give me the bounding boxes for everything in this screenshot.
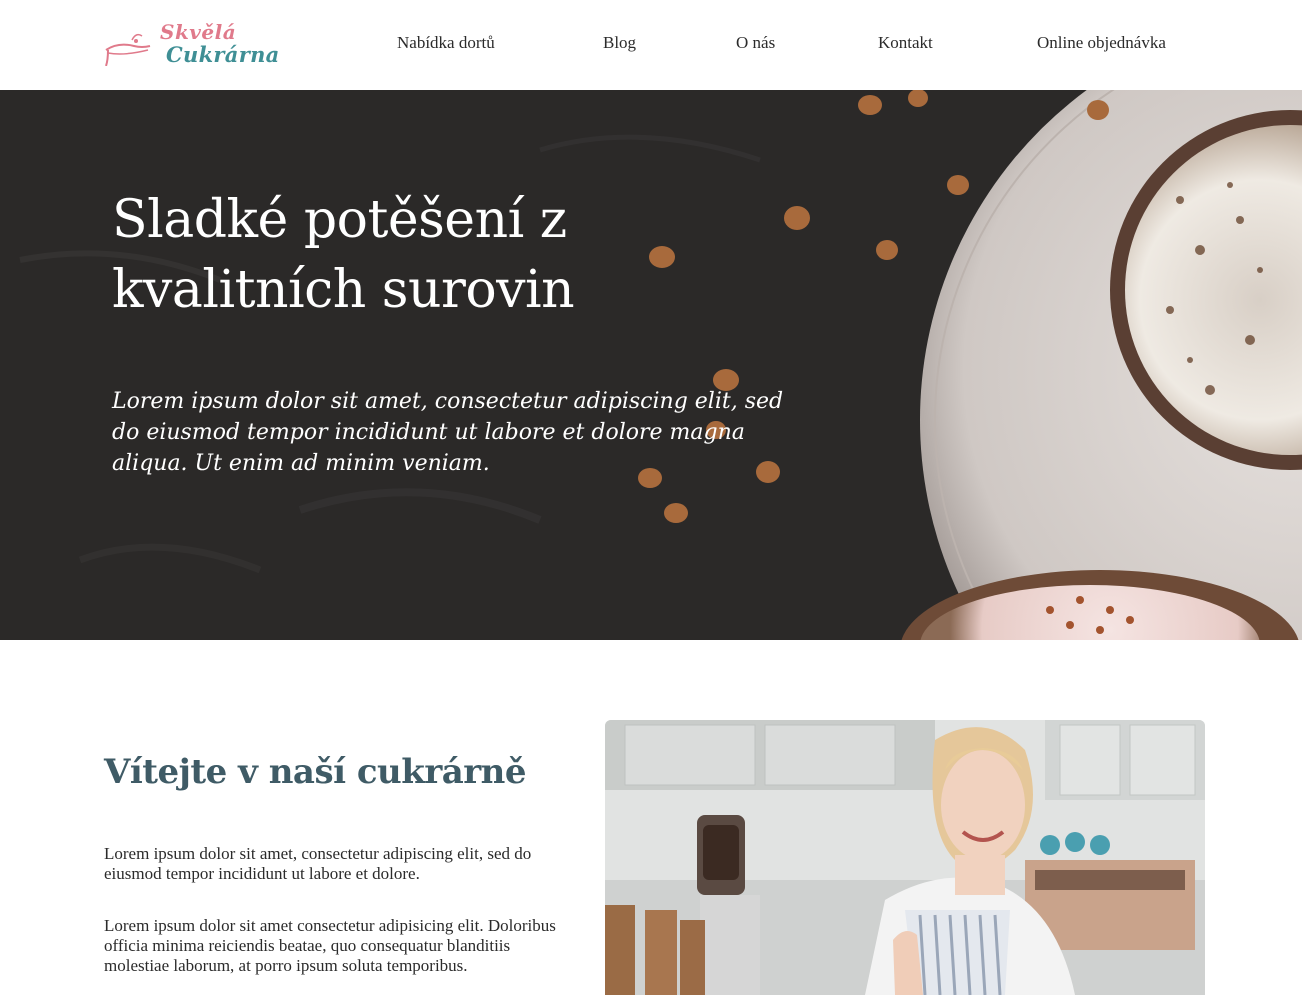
logo[interactable]: Skvělá Cukrárna xyxy=(104,20,279,72)
logo-text-top: Skvělá xyxy=(160,20,237,44)
cake-logo-icon xyxy=(105,33,151,66)
hero-banner: Sladké potěšení z kvalitních surovin Lor… xyxy=(0,90,1302,640)
baker-photo-image xyxy=(605,720,1205,995)
hero-background-image xyxy=(0,90,1302,640)
hero-title: Sladké potěšení z kvalitních surovin xyxy=(112,190,575,320)
hero-description: Lorem ipsum dolor sit amet, consectetur … xyxy=(112,389,784,476)
site-header: Skvělá Cukrárna Nabídka dortů Blog O nás… xyxy=(0,0,1302,90)
welcome-title: Vítejte v naší cukrárně xyxy=(104,752,527,792)
baker-photo xyxy=(605,720,1205,995)
nav-item-online-order[interactable]: Online objednávka xyxy=(1037,33,1166,53)
welcome-paragraph-2: Lorem ipsum dolor sit amet consectetur a… xyxy=(104,916,556,975)
nav-item-blog[interactable]: Blog xyxy=(603,33,636,53)
logo-text-bottom: Cukrárna xyxy=(166,42,280,67)
welcome-paragraph-1: Lorem ipsum dolor sit amet, consectetur … xyxy=(104,844,532,883)
nav-item-about[interactable]: O nás xyxy=(736,33,775,53)
nav-item-cakes[interactable]: Nabídka dortů xyxy=(397,33,495,53)
nav-item-contact[interactable]: Kontakt xyxy=(878,33,933,53)
